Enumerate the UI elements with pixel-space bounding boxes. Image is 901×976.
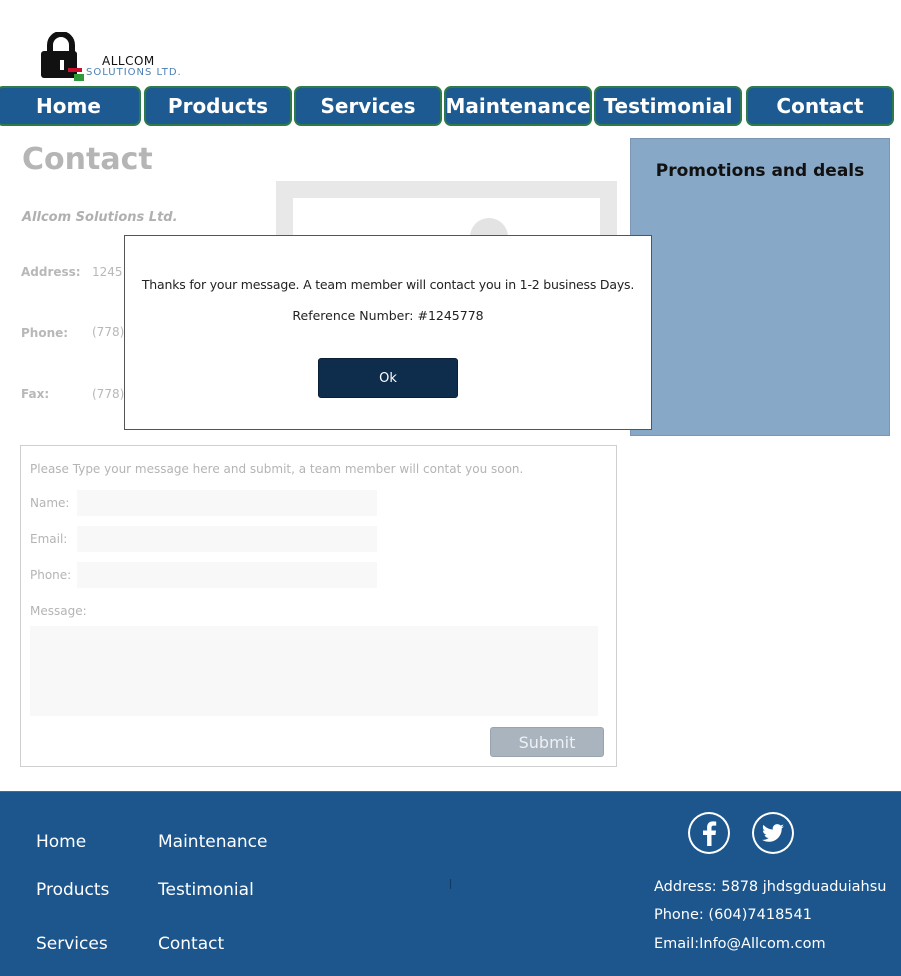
site-logo[interactable]: ALLCOM SOLUTIONS LTD. bbox=[36, 32, 186, 84]
phone-value: (778) bbox=[92, 325, 125, 339]
nav-products[interactable]: Products bbox=[144, 86, 292, 126]
promotions-panel: Promotions and deals bbox=[630, 138, 890, 436]
reference-number: Reference Number: #1245778 bbox=[292, 308, 484, 323]
message-field[interactable] bbox=[30, 626, 598, 716]
form-intro-text: Please Type your message here and submit… bbox=[30, 462, 524, 476]
page-title: Contact bbox=[22, 142, 153, 177]
text-cursor bbox=[450, 879, 451, 889]
site-footer: Home Products Services Maintenance Testi… bbox=[0, 791, 901, 976]
nav-home[interactable]: Home bbox=[0, 86, 141, 126]
email-label: Email: bbox=[30, 532, 68, 546]
twitter-glyph bbox=[754, 814, 792, 852]
map-placeholder bbox=[276, 181, 617, 256]
phone-field[interactable] bbox=[77, 562, 377, 588]
footer-link-home[interactable]: Home bbox=[36, 832, 86, 852]
phone-field-label: Phone: bbox=[30, 568, 72, 582]
nav-contact[interactable]: Contact bbox=[746, 86, 894, 126]
confirmation-message: Thanks for your message. A team member w… bbox=[141, 277, 635, 292]
contact-form: Please Type your message here and submit… bbox=[20, 445, 617, 767]
footer-link-testimonial[interactable]: Testimonial bbox=[158, 880, 254, 900]
padlock-logo-icon bbox=[41, 32, 84, 81]
footer-phone: Phone: (604)7418541 bbox=[654, 907, 812, 923]
main-nav: Home Products Services Maintenance Testi… bbox=[0, 86, 901, 126]
twitter-icon[interactable] bbox=[752, 812, 794, 854]
address-value: 1245 bbox=[92, 265, 123, 279]
fax-label: Fax: bbox=[21, 387, 50, 401]
footer-address: Address: 5878 jhdsgduaduiahsu bbox=[654, 879, 887, 895]
email-field[interactable] bbox=[77, 526, 377, 552]
promotions-title: Promotions and deals bbox=[655, 161, 865, 181]
contact-page: ALLCOM SOLUTIONS LTD. Home Products Serv… bbox=[0, 0, 901, 976]
logo-text-solutions: SOLUTIONS LTD. bbox=[86, 67, 182, 78]
logo-text-allcom: ALLCOM bbox=[102, 54, 155, 68]
fax-value: (778) bbox=[92, 387, 125, 401]
name-field[interactable] bbox=[77, 490, 377, 516]
facebook-icon[interactable] bbox=[688, 812, 730, 854]
nav-services[interactable]: Services bbox=[294, 86, 442, 126]
footer-link-contact[interactable]: Contact bbox=[158, 934, 224, 954]
nav-testimonial[interactable]: Testimonial bbox=[594, 86, 742, 126]
address-label: Address: bbox=[21, 265, 81, 279]
company-name: Allcom Solutions Ltd. bbox=[22, 210, 178, 225]
submit-button[interactable]: Submit bbox=[490, 727, 604, 757]
phone-label: Phone: bbox=[21, 326, 69, 340]
footer-link-services[interactable]: Services bbox=[36, 934, 108, 954]
footer-link-products[interactable]: Products bbox=[36, 880, 109, 900]
ok-button[interactable]: Ok bbox=[318, 358, 458, 398]
nav-maintenance[interactable]: Maintenance bbox=[444, 86, 592, 126]
facebook-glyph bbox=[690, 814, 728, 852]
name-label: Name: bbox=[30, 496, 70, 510]
message-label: Message: bbox=[30, 604, 87, 618]
confirmation-dialog: Thanks for your message. A team member w… bbox=[124, 235, 652, 430]
footer-email[interactable]: Email:Info@Allcom.com bbox=[654, 936, 826, 952]
footer-link-maintenance[interactable]: Maintenance bbox=[158, 832, 267, 852]
